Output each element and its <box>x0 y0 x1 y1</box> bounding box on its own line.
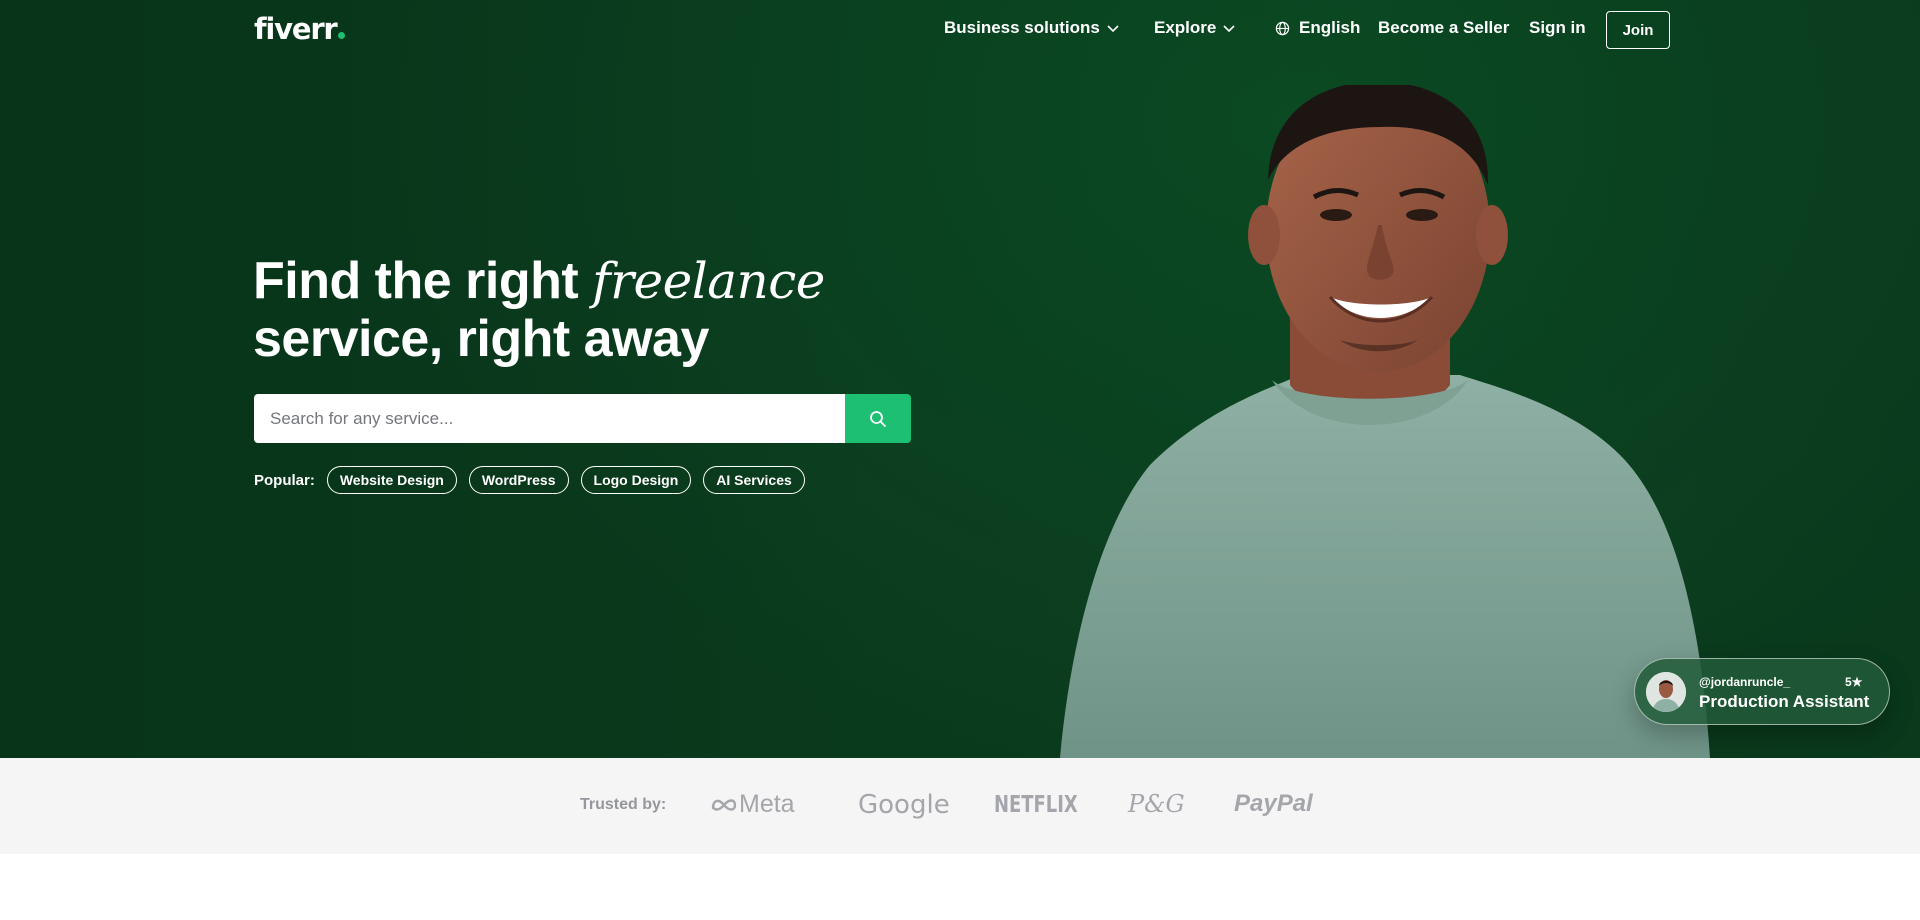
headline-italic: freelance <box>592 252 825 310</box>
join-button[interactable]: Join <box>1606 11 1670 49</box>
google-logo: Google <box>858 790 950 820</box>
hero-headline: Find the right freelance service, right … <box>253 252 825 368</box>
trusted-by-bar: Trusted by: Meta Google NETFLIX P&G PayP… <box>0 758 1920 854</box>
logo-text: fiverr <box>254 12 338 46</box>
nav-business-solutions-label: Business solutions <box>944 18 1100 37</box>
popular-chip-logo-design[interactable]: Logo Design <box>580 466 692 494</box>
hero-section: fiverr Business solutions Explore Englis… <box>0 0 1920 758</box>
meta-logo-text: Meta <box>739 790 795 818</box>
chevron-down-icon <box>1107 25 1119 33</box>
netflix-logo: NETFLIX <box>994 792 1078 818</box>
nav-explore-label: Explore <box>1154 18 1217 37</box>
popular-label: Popular: <box>254 471 315 489</box>
popular-services: Popular: Website Design WordPress Logo D… <box>254 466 805 494</box>
globe-icon <box>1275 21 1290 35</box>
popular-chip-website-design[interactable]: Website Design <box>326 466 457 494</box>
paypal-logo: PayPal <box>1234 790 1313 817</box>
search-icon <box>870 410 886 427</box>
nav-sign-in-label: Sign in <box>1529 18 1586 37</box>
chevron-down-icon <box>1223 25 1235 33</box>
seller-badge[interactable]: @jordanruncle_ 5★ Production Assistant <box>1634 658 1890 725</box>
pg-logo: P&G <box>1128 790 1185 818</box>
nav-explore[interactable]: Explore <box>1154 18 1236 38</box>
seller-title: Production Assistant <box>1699 692 1870 711</box>
headline-part1: Find the right <box>253 252 593 310</box>
meta-logo: Meta <box>711 790 795 819</box>
join-button-label: Join <box>1622 21 1654 39</box>
fiverr-logo[interactable]: fiverr <box>254 12 345 46</box>
nav-business-solutions[interactable]: Business solutions <box>944 18 1120 38</box>
top-nav: fiverr Business solutions Explore Englis… <box>0 0 1920 60</box>
seller-handle: @jordanruncle_ <box>1699 675 1791 689</box>
headline-part2: service, right away <box>253 310 709 368</box>
nav-become-seller-label: Become a Seller <box>1378 18 1510 37</box>
nav-sign-in[interactable]: Sign in <box>1529 18 1586 38</box>
popular-chip-ai-services[interactable]: AI Services <box>703 466 805 494</box>
search-button[interactable] <box>845 394 911 443</box>
popular-chip-wordpress[interactable]: WordPress <box>468 466 569 494</box>
trusted-label: Trusted by: <box>580 796 667 813</box>
avatar <box>1646 672 1686 712</box>
nav-language-label: English <box>1299 18 1361 37</box>
logo-dot <box>337 32 345 39</box>
nav-language[interactable]: English <box>1275 18 1360 38</box>
hero-person-image <box>1060 85 1710 758</box>
search-bar <box>254 394 911 443</box>
nav-become-seller[interactable]: Become a Seller <box>1378 18 1509 38</box>
search-input[interactable] <box>254 394 845 443</box>
meta-infinity-icon <box>711 798 737 811</box>
seller-rating: 5★ <box>1845 675 1863 689</box>
